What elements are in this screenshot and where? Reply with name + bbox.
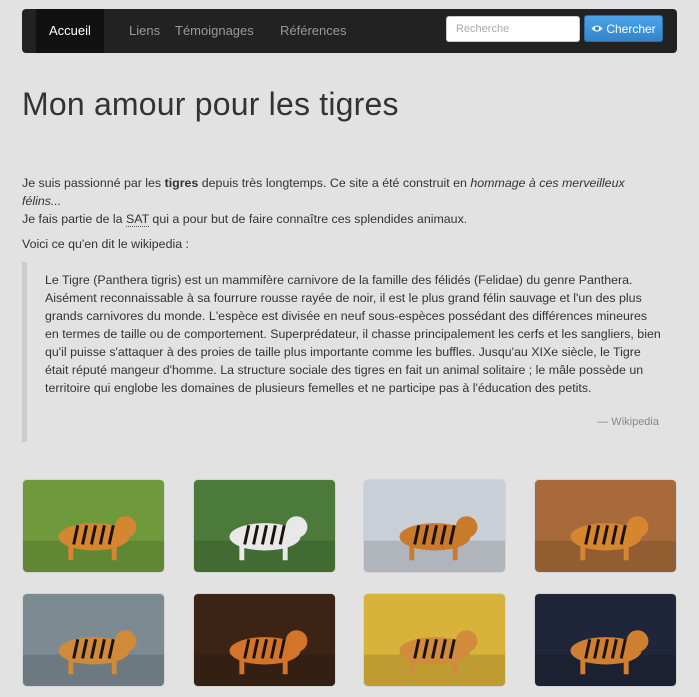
search-button-label: Chercher xyxy=(606,21,656,36)
gallery-image-tiger-standing-field[interactable] xyxy=(534,479,677,573)
gallery-image-tiger-cub-flowers[interactable] xyxy=(363,593,506,687)
nav-references[interactable]: Références xyxy=(267,9,359,53)
nav-temoignages[interactable]: Témoignages xyxy=(162,9,267,53)
gallery-image-tiger-running-snow[interactable] xyxy=(534,593,677,687)
intro-paragraph-1: Je suis passionné par les tigres depuis … xyxy=(22,176,625,208)
gallery-image-tiger-face-closeup[interactable] xyxy=(193,593,336,687)
gallery-image-tiger-snow-prowl[interactable] xyxy=(363,479,506,573)
gallery-image-white-tiger-walking[interactable] xyxy=(193,479,336,573)
bold-word: tigres xyxy=(164,176,199,190)
sat-abbreviation: SAT xyxy=(126,212,149,227)
search-button[interactable]: Chercher xyxy=(584,15,663,42)
quote-text: Le Tigre (Panthera tigris) est un mammif… xyxy=(45,273,661,395)
gallery-image-tiger-on-rocks[interactable] xyxy=(22,593,165,687)
wikipedia-lead: Voici ce qu'en dit le wikipedia : xyxy=(22,237,189,251)
quote-source: — Wikipedia xyxy=(597,416,659,428)
page-title: Mon amour pour les tigres xyxy=(22,86,399,122)
gallery-image-tiger-lying-grass[interactable] xyxy=(22,479,165,573)
intro-text: Je suis passionné par les tigres depuis … xyxy=(22,174,662,228)
search-input[interactable] xyxy=(446,16,580,42)
wikipedia-quote: Le Tigre (Panthera tigris) est un mammif… xyxy=(22,262,662,442)
intro-paragraph-2: Je fais partie de la SAT qui a pour but … xyxy=(22,212,468,227)
nav-accueil[interactable]: Accueil xyxy=(36,9,104,53)
eye-icon xyxy=(591,25,603,32)
